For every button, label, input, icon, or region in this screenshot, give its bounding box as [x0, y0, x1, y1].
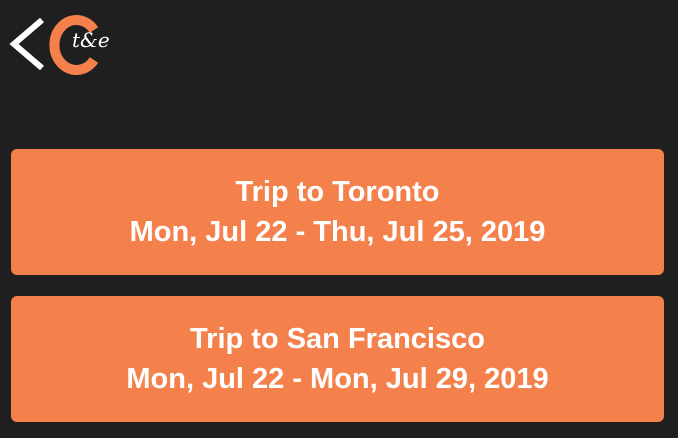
trip-title: Trip to Toronto — [235, 176, 440, 208]
logo-suffix: t&e — [72, 28, 110, 52]
app-window: t&e Trip to Toronto Mon, Jul 22 - Thu, J… — [0, 0, 678, 438]
trip-card-san-francisco[interactable]: Trip to San Francisco Mon, Jul 22 - Mon,… — [11, 296, 664, 422]
trip-list: Trip to Toronto Mon, Jul 22 - Thu, Jul 2… — [11, 149, 664, 438]
trip-card-toronto[interactable]: Trip to Toronto Mon, Jul 22 - Thu, Jul 2… — [11, 149, 664, 275]
trip-title: Trip to San Francisco — [190, 323, 485, 355]
chevron-left-icon[interactable] — [8, 14, 48, 76]
trip-dates: Mon, Jul 22 - Thu, Jul 25, 2019 — [129, 216, 546, 248]
trip-dates: Mon, Jul 22 - Mon, Jul 29, 2019 — [126, 363, 549, 395]
app-logo[interactable]: t&e — [8, 14, 118, 76]
